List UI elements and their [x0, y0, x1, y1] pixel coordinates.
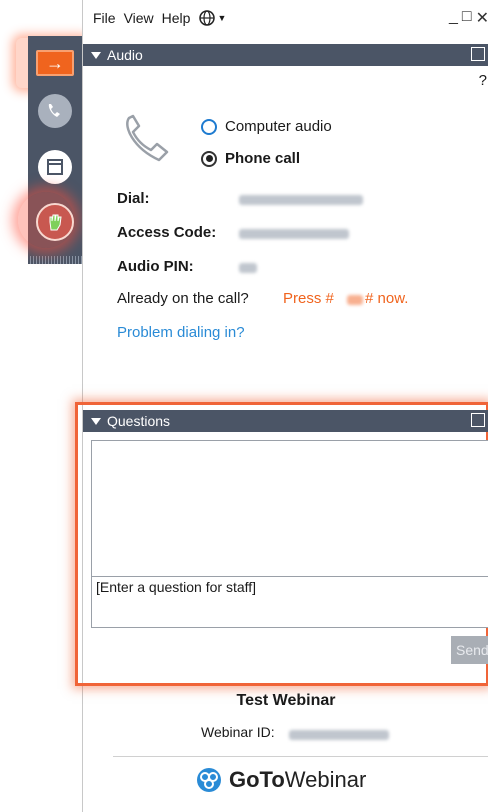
dial-label: Dial: — [117, 190, 150, 207]
audio-pin-label: Audio PIN: — [117, 258, 194, 275]
arrow-right-icon: → — [36, 50, 74, 76]
restore-icon[interactable]: □ — [462, 8, 472, 28]
collapse-triangle-icon — [91, 51, 101, 59]
popout-icon[interactable] — [471, 47, 485, 61]
phone-call-radio[interactable] — [201, 150, 217, 167]
access-code-label: Access Code: — [117, 224, 217, 241]
gotowebinar-logo: GoToWebinar — [195, 766, 366, 794]
audio-section-header[interactable]: Audio — [83, 44, 488, 66]
phone-call-label: Phone call — [225, 150, 301, 167]
brand-goto: GoTo — [229, 767, 285, 792]
control-panel: File View Help ▼ _ □ ✕ Audio ? Computer … — [75, 0, 488, 812]
questions-header-label: Questions — [107, 413, 171, 429]
access-code-redacted — [239, 229, 349, 239]
problem-dialing-link[interactable]: Problem dialing in? — [117, 324, 245, 341]
phone-icon — [38, 94, 72, 128]
minimize-icon[interactable]: _ — [449, 8, 458, 28]
close-icon[interactable]: ✕ — [476, 8, 488, 28]
dial-number-redacted — [239, 195, 363, 205]
collapse-panel-button[interactable]: → — [28, 50, 82, 76]
audio-toolbar-button[interactable] — [28, 94, 82, 128]
gotowebinar-logo-icon — [197, 768, 221, 792]
press-pin-redacted — [347, 295, 363, 305]
computer-audio-option[interactable]: Computer audio — [201, 118, 332, 135]
press-pin-suffix: # now. — [365, 290, 409, 307]
audio-pin-redacted — [239, 263, 257, 273]
send-button[interactable]: Send — [451, 636, 488, 664]
menu-view[interactable]: View — [124, 10, 154, 26]
menu-bar: File View Help ▼ _ □ ✕ — [83, 0, 488, 36]
phone-call-option[interactable]: Phone call — [201, 150, 300, 167]
audio-header-label: Audio — [107, 47, 143, 63]
webinar-title: Test Webinar — [236, 692, 336, 709]
press-pin-prefix: Press # — [283, 290, 334, 307]
already-on-call-text: Already on the call? — [117, 290, 249, 307]
raise-hand-button[interactable] — [28, 203, 82, 241]
screen-toolbar-button[interactable] — [28, 150, 82, 184]
computer-audio-radio[interactable] — [201, 118, 217, 135]
popout-icon[interactable] — [471, 413, 485, 427]
questions-section-header[interactable]: Questions — [83, 410, 488, 432]
question-input[interactable]: [Enter a question for staff] — [91, 576, 488, 628]
window-icon — [38, 150, 72, 184]
audio-help-icon[interactable]: ? — [479, 72, 487, 89]
window-controls: _ □ ✕ — [449, 8, 488, 28]
raise-hand-icon — [36, 203, 74, 241]
globe-icon[interactable]: ▼ — [198, 9, 226, 27]
question-input-placeholder: [Enter a question for staff] — [96, 579, 257, 595]
questions-log[interactable] — [91, 440, 488, 578]
toolbar-grip — [28, 256, 82, 264]
phone-handset-icon — [119, 112, 173, 171]
footer-divider — [113, 756, 488, 757]
collapse-triangle-icon — [91, 417, 101, 425]
brand-webinar: Webinar — [284, 767, 367, 792]
send-button-label: Send — [456, 642, 488, 658]
webinar-id-redacted — [289, 730, 389, 740]
webinar-id-label: Webinar ID: — [201, 724, 275, 740]
menu-help[interactable]: Help — [162, 10, 191, 26]
menu-file[interactable]: File — [93, 10, 116, 26]
computer-audio-label: Computer audio — [225, 118, 332, 135]
